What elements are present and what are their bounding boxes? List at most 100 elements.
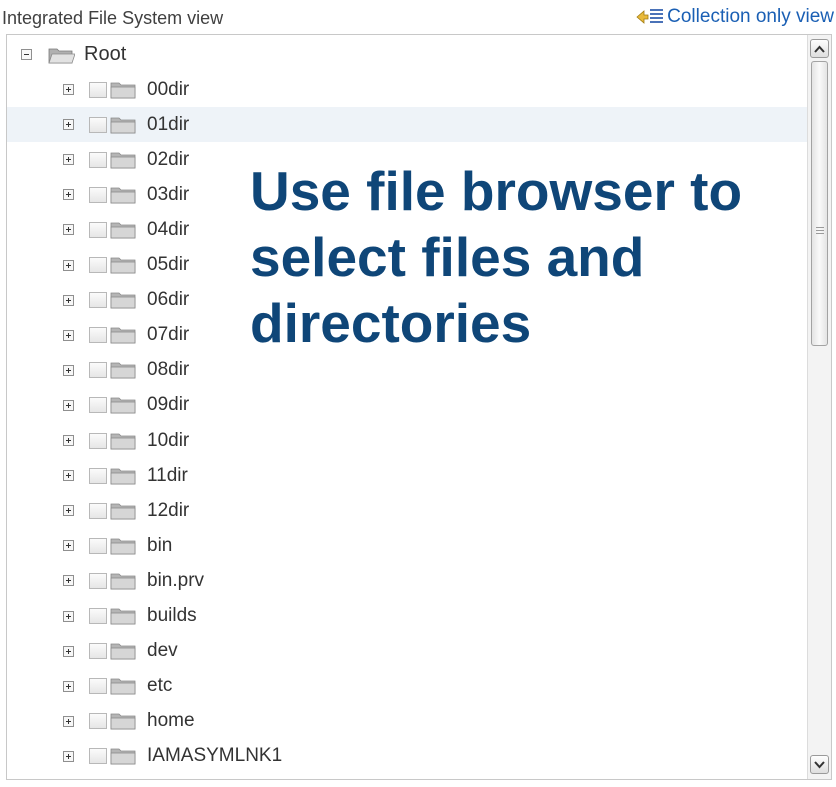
scroll-up-button[interactable]: [810, 39, 829, 58]
tree-item[interactable]: bin.prv: [7, 563, 807, 598]
tree-item-label: bin: [147, 534, 173, 556]
expand-plus-icon[interactable]: [63, 610, 74, 622]
expand-plus-icon[interactable]: [63, 84, 74, 95]
vertical-scrollbar[interactable]: [807, 35, 831, 779]
header: Integrated File System view Collection o…: [0, 0, 836, 34]
tree-item-checkbox[interactable]: [89, 502, 107, 519]
expand-plus-icon[interactable]: [63, 399, 74, 411]
tree-root-row[interactable]: Root: [7, 37, 807, 72]
tree-item-label: 05dir: [147, 254, 190, 275]
folder-icon: [110, 573, 136, 590]
tree-item-checkbox[interactable]: [89, 221, 107, 238]
expand-plus-icon[interactable]: [63, 189, 74, 201]
collection-only-view-link[interactable]: Collection only view: [635, 6, 834, 28]
tree-item[interactable]: home: [7, 704, 807, 739]
tree-item-checkbox[interactable]: [89, 643, 107, 660]
folder-icon: [110, 362, 136, 379]
tree-item-checkbox[interactable]: [89, 432, 107, 449]
folder-icon: [110, 713, 136, 730]
tree-item-label: dev: [147, 640, 178, 662]
tree-item-checkbox[interactable]: [89, 572, 107, 589]
expand-plus-icon[interactable]: [63, 224, 74, 236]
tree-item[interactable]: dev: [7, 634, 807, 669]
tree-item-label: 00dir: [147, 78, 190, 100]
file-tree-panel: Root 00dir 01dir 02dir 03dir 04dir 05dir 06dir…: [6, 34, 832, 780]
collapse-minus-icon[interactable]: [21, 49, 32, 60]
scroll-grip-icon: [816, 227, 824, 236]
folder-icon: [110, 678, 136, 695]
tree-item-checkbox[interactable]: [89, 537, 107, 554]
tree-item[interactable]: 12dir: [7, 493, 807, 528]
expand-plus-icon[interactable]: [63, 715, 74, 727]
expand-plus-icon[interactable]: [63, 680, 74, 692]
expand-plus-icon[interactable]: [63, 119, 74, 131]
tree-item-label: 01dir: [147, 113, 190, 135]
tree-item-label: 09dir: [147, 394, 190, 416]
collection-list-icon: [636, 9, 664, 24]
tree-item[interactable]: 09dir: [7, 388, 807, 423]
tree-item-label: 12dir: [147, 499, 190, 521]
tree-item-label: bin.prv: [147, 569, 205, 591]
folder-icon: [110, 397, 136, 414]
tree-item-checkbox[interactable]: [89, 151, 107, 168]
folder-icon: [110, 433, 136, 449]
tree-item[interactable]: 01dir: [7, 107, 807, 143]
tree-item-checkbox[interactable]: [89, 397, 107, 414]
expand-plus-icon[interactable]: [63, 329, 74, 341]
expand-plus-icon[interactable]: [63, 364, 74, 376]
expand-plus-icon[interactable]: [63, 575, 74, 587]
tree-item-label: 10dir: [147, 429, 190, 451]
tree-item[interactable]: 10dir: [7, 423, 807, 458]
tree-item[interactable]: 03dir: [7, 177, 807, 212]
folder-icon: [110, 538, 136, 555]
expand-plus-icon[interactable]: [63, 470, 74, 482]
expand-plus-icon[interactable]: [63, 645, 74, 657]
expand-plus-icon[interactable]: [63, 294, 74, 306]
tree-item-label: builds: [147, 605, 197, 626]
tree-item[interactable]: bin: [7, 528, 807, 563]
tree-item-checkbox[interactable]: [89, 257, 107, 273]
scroll-down-button[interactable]: [810, 755, 829, 774]
expand-plus-icon[interactable]: [63, 154, 74, 166]
folder-icon: [110, 468, 136, 484]
tree-item-label: home: [147, 710, 195, 732]
tree-item[interactable]: 02dir: [7, 142, 807, 177]
tree-item-checkbox[interactable]: [89, 748, 107, 765]
tree-item-checkbox[interactable]: [89, 327, 107, 344]
tree-item[interactable]: IAMASYMLNK1: [7, 739, 807, 774]
expand-plus-icon[interactable]: [63, 540, 74, 552]
tree-item[interactable]: 11dir: [7, 458, 807, 493]
expand-plus-icon[interactable]: [63, 750, 74, 762]
expand-plus-icon[interactable]: [63, 505, 74, 517]
file-tree: Root 00dir 01dir 02dir 03dir 04dir 05dir 06dir…: [7, 35, 807, 779]
tree-item-label: 06dir: [147, 289, 190, 311]
tree-item-checkbox[interactable]: [89, 467, 107, 484]
tree-item[interactable]: 06dir: [7, 283, 807, 318]
folder-icon: [110, 327, 136, 344]
expand-plus-icon[interactable]: [63, 435, 74, 446]
tree-item-checkbox[interactable]: [89, 186, 107, 203]
tree-item-checkbox[interactable]: [89, 362, 107, 379]
tree-item[interactable]: 00dir: [7, 72, 807, 107]
chevron-up-icon: [814, 45, 825, 53]
tree-item-checkbox[interactable]: [89, 81, 107, 98]
tree-item[interactable]: 07dir: [7, 318, 807, 353]
folder-icon: [110, 82, 136, 98]
tree-item-checkbox[interactable]: [89, 116, 107, 133]
tree-item-checkbox[interactable]: [89, 713, 107, 730]
folder-icon: [110, 643, 136, 660]
tree-item-checkbox[interactable]: [89, 292, 107, 309]
tree-item-checkbox[interactable]: [89, 678, 107, 695]
tree-item[interactable]: 04dir: [7, 212, 807, 247]
expand-plus-icon[interactable]: [63, 259, 74, 271]
tree-item-checkbox[interactable]: [89, 608, 107, 624]
tree-item[interactable]: 05dir: [7, 248, 807, 283]
tree-item-label: etc: [147, 675, 173, 697]
tree-item[interactable]: 08dir: [7, 353, 807, 388]
collection-only-view-label: Collection only view: [667, 6, 834, 27]
scroll-thumb[interactable]: [811, 61, 828, 346]
tree-item[interactable]: etc: [7, 669, 807, 704]
folder-icon: [110, 608, 136, 625]
tree-item[interactable]: builds: [7, 599, 807, 634]
chevron-down-icon: [814, 760, 825, 768]
